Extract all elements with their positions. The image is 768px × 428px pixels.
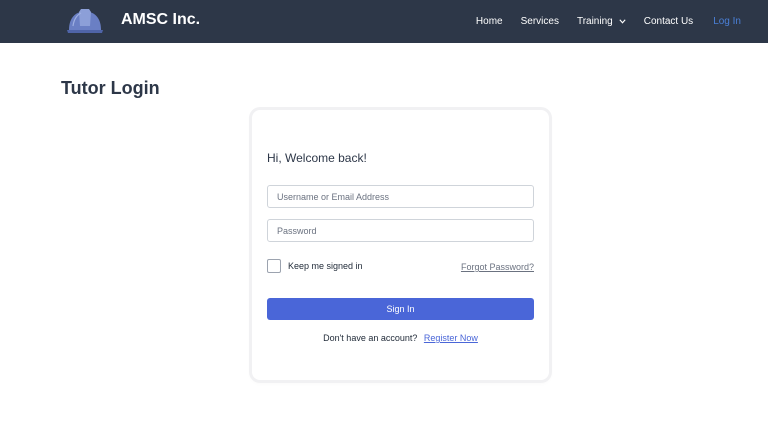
nav-item-label: Log In — [713, 16, 741, 27]
nav-item-training[interactable]: Training — [577, 16, 626, 27]
page-title: Tutor Login — [61, 78, 160, 98]
register-now-link[interactable]: Register Now — [424, 333, 478, 343]
remember-me-label: Keep me signed in — [288, 261, 363, 271]
username-input[interactable] — [267, 185, 534, 208]
nav-item-services[interactable]: Services — [521, 16, 559, 27]
top-navigation-bar: AMSC Inc. Home Services Training Contact… — [0, 0, 768, 43]
nav-item-label: Contact Us — [643, 16, 694, 27]
nav-item-label: Home — [475, 16, 503, 27]
nav-item-home[interactable]: Home — [476, 16, 503, 27]
register-prompt: Don't have an account? Register Now — [252, 333, 549, 343]
login-card: Hi, Welcome back! Keep me signed in Forg… — [252, 110, 549, 380]
remember-me-checkbox[interactable] — [267, 259, 281, 273]
password-input[interactable] — [267, 219, 534, 242]
remember-me[interactable]: Keep me signed in — [267, 259, 363, 273]
nav-item-contact-us[interactable]: Contact Us — [644, 16, 693, 27]
nav-item-label: Services — [520, 16, 559, 27]
hard-hat-icon — [67, 9, 103, 33]
sign-in-button[interactable]: Sign In — [267, 298, 534, 320]
nav-item-label: Training — [576, 16, 613, 27]
welcome-message: Hi, Welcome back! — [267, 151, 367, 165]
no-account-text: Don't have an account? — [323, 333, 418, 343]
nav-item-log-in[interactable]: Log In — [713, 16, 741, 27]
main-nav: Home Services Training Contact Us Log In — [458, 0, 741, 43]
chevron-down-icon — [619, 19, 626, 24]
brand[interactable]: AMSC Inc. — [66, 6, 200, 34]
brand-name[interactable]: AMSC Inc. — [121, 11, 200, 29]
forgot-password-link[interactable]: Forgot Password? — [461, 262, 534, 272]
